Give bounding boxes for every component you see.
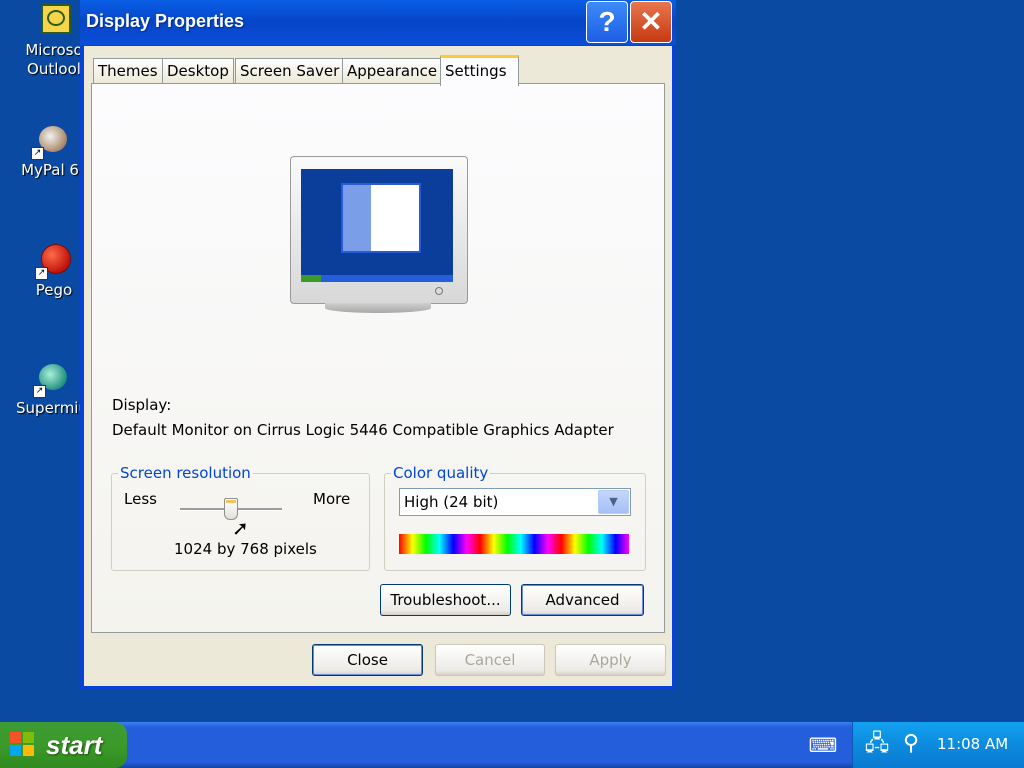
advanced-button[interactable]: Advanced <box>521 584 644 616</box>
desktop-icon-mypal[interactable]: ↗ MyPal 6 <box>10 124 90 181</box>
close-icon: ✕ <box>639 6 663 37</box>
tab-appearance[interactable]: Appearance <box>342 58 443 83</box>
display-adapter-text: Default Monitor on Cirrus Logic 5446 Com… <box>112 421 614 439</box>
display-label: Display: <box>112 396 172 414</box>
settings-panel: Display: Default Monitor on Cirrus Logic… <box>91 83 665 633</box>
mini-taskbar <box>301 275 453 282</box>
close-button[interactable]: Close <box>312 644 423 676</box>
resolution-value-text: 1024 by 768 pixels <box>174 540 317 558</box>
shortcut-arrow-icon: ↗ <box>33 385 46 398</box>
color-quality-selected: High (24 bit) <box>404 493 499 511</box>
outlook-icon <box>37 4 71 38</box>
screen-resolution-legend: Screen resolution <box>118 464 253 482</box>
help-button[interactable]: ? <box>586 1 628 43</box>
chevron-down-icon[interactable]: ▼ <box>598 490 629 514</box>
pego-icon: ↗ <box>35 244 71 280</box>
help-icon: ? <box>598 6 616 37</box>
mypal-icon: ↗ <box>31 124 67 160</box>
resolution-less-label: Less <box>124 490 157 508</box>
monitor-stand <box>325 303 431 313</box>
shortcut-arrow-icon: ↗ <box>35 267 48 280</box>
mouse-cursor-icon: ➚ <box>232 516 249 540</box>
tab-desktop[interactable]: Desktop <box>162 58 234 83</box>
supermium-icon: ↗ <box>33 362 69 398</box>
troubleshoot-button[interactable]: Troubleshoot... <box>380 584 511 616</box>
resolution-more-label: More <box>313 490 351 508</box>
monitor-preview <box>290 156 468 313</box>
taskbar: start 🖧 ⚲ 11:08 AM <box>0 722 1024 768</box>
tab-themes[interactable]: Themes <box>93 58 163 83</box>
system-tray: 🖧 ⚲ 11:08 AM <box>852 722 1024 768</box>
color-quality-legend: Color quality <box>391 464 491 482</box>
close-window-button[interactable]: ✕ <box>630 1 672 43</box>
title-bar[interactable]: Display Properties ? ✕ <box>80 0 676 45</box>
network-icon[interactable]: 🖧 <box>863 730 891 758</box>
monitor-power-knob <box>435 287 443 295</box>
display-properties-window: Display Properties ? ✕ Themes Desktop Sc… <box>80 0 676 690</box>
screen-resolution-group: Screen resolution Less More ➚ 1024 by 76… <box>111 464 370 571</box>
start-label: start <box>46 730 103 760</box>
monitor-screen <box>301 169 453 282</box>
color-quality-dropdown[interactable]: High (24 bit) ▼ <box>399 488 631 516</box>
shortcut-arrow-icon: ↗ <box>31 147 44 160</box>
start-button[interactable]: start <box>0 722 127 768</box>
mini-window-preview <box>341 183 421 253</box>
magnifier-icon[interactable]: ⚲ <box>897 730 925 758</box>
tab-screen-saver[interactable]: Screen Saver <box>235 58 345 83</box>
windows-flag-icon <box>10 732 36 758</box>
window-title: Display Properties <box>86 11 245 31</box>
keyboard-icon[interactable]: ⌨ <box>808 734 838 756</box>
mini-start-button <box>301 275 321 282</box>
apply-button[interactable]: Apply <box>555 644 666 676</box>
clock[interactable]: 11:08 AM <box>937 735 1008 753</box>
cancel-button[interactable]: Cancel <box>435 644 545 676</box>
desktop-icon-label: MyPal 6 <box>21 161 79 179</box>
window-client-area: Themes Desktop Screen Saver Appearance S… <box>84 46 672 686</box>
tab-settings[interactable]: Settings <box>440 55 519 86</box>
color-spectrum-bar <box>399 534 629 554</box>
color-quality-group: Color quality High (24 bit) ▼ <box>384 464 646 571</box>
